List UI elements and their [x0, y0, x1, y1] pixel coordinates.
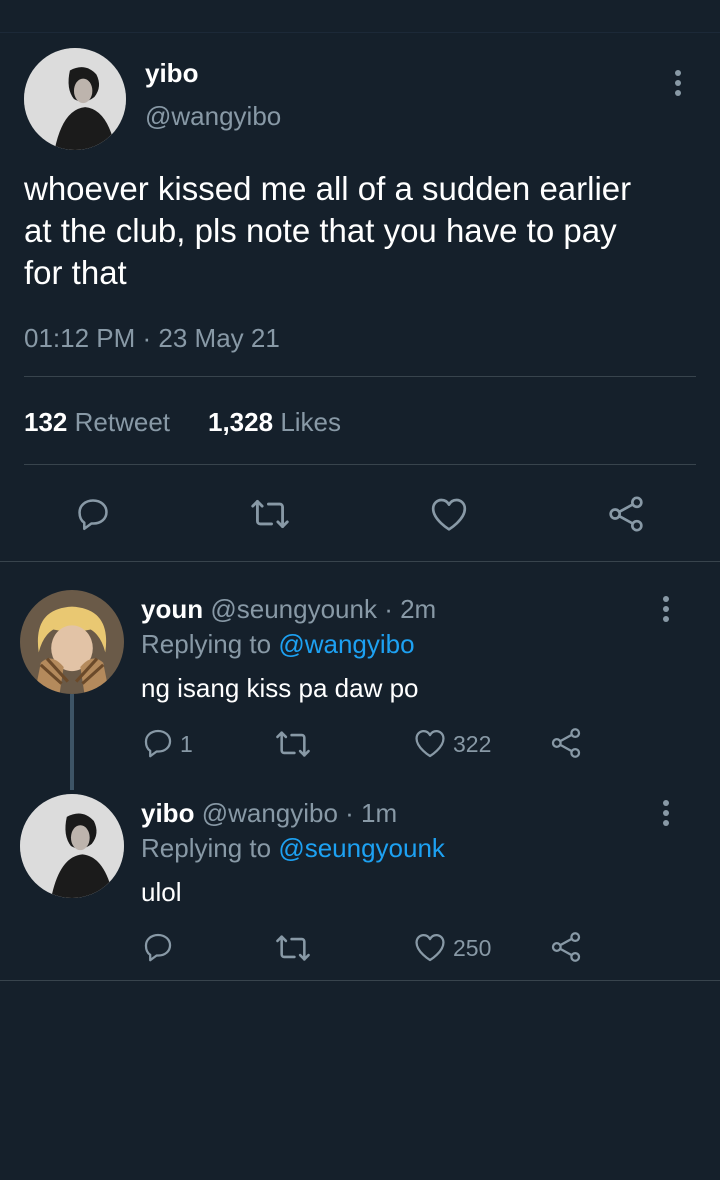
- reply-2-retweet-icon[interactable]: [273, 931, 313, 965]
- reply-1-mention-link[interactable]: @wangyibo: [278, 629, 414, 659]
- reply-2-reply-icon[interactable]: [141, 930, 175, 964]
- like-icon[interactable]: [429, 495, 469, 533]
- reply-2-replying-label: Replying to: [141, 833, 272, 863]
- reply-2-replying-to: Replying to @seungyounk: [141, 833, 445, 864]
- reply-1-retweet-icon[interactable]: [273, 727, 313, 761]
- reply-1-time: · 2m: [384, 594, 437, 624]
- reply-2-text: ulol: [141, 877, 182, 907]
- reply-2-time: · 1m: [345, 798, 398, 828]
- share-icon[interactable]: [606, 494, 646, 534]
- main-tweet-text-line-1: whoever kissed me all of a sudden earlie…: [24, 170, 632, 207]
- reply-icon[interactable]: [74, 495, 112, 533]
- reply-1-reply-count: 1: [180, 731, 193, 757]
- like-count: 1,328: [208, 407, 274, 437]
- main-tweet-timestamp[interactable]: 01:12 PM · 23 May 21: [24, 323, 280, 354]
- reply-1-text: ng isang kiss pa daw po: [141, 673, 419, 703]
- reply-2-mention-link[interactable]: @seungyounk: [278, 833, 445, 863]
- main-tweet-text-line-3: for that: [24, 254, 127, 291]
- replies-bottom-divider: [0, 980, 720, 981]
- retweet-stats[interactable]: 132 Retweet: [24, 407, 170, 438]
- reply-2-avatar[interactable]: [20, 794, 124, 898]
- top-border: [0, 32, 720, 33]
- reply-1-avatar[interactable]: [20, 590, 124, 694]
- like-label: Likes: [280, 407, 342, 437]
- like-stats[interactable]: 1,328 Likes: [208, 407, 341, 438]
- retweet-count: 132: [24, 407, 68, 437]
- reply-1-more-icon[interactable]: [662, 596, 670, 622]
- thread-connector-line: [70, 694, 74, 790]
- main-tweet-display-name[interactable]: yibo: [145, 58, 198, 89]
- reply-2-display-name[interactable]: yibo: [141, 798, 194, 828]
- reply-2-share-icon[interactable]: [549, 930, 583, 964]
- reply-2-like-count: 250: [453, 935, 492, 961]
- reply-2-heart-icon[interactable]: [413, 931, 447, 963]
- main-tweet-handle[interactable]: @wangyibo: [145, 101, 281, 132]
- main-tweet-text-line-2: at the club, pls note that you have to p…: [24, 212, 617, 249]
- reply-2-handle[interactable]: @wangyibo: [202, 798, 338, 828]
- main-tweet-avatar[interactable]: [24, 48, 126, 150]
- retweet-label: Retweet: [74, 407, 171, 437]
- reply-1-header: youn @seungyounk · 2m: [141, 594, 436, 625]
- reply-2-more-icon[interactable]: [662, 800, 670, 826]
- reply-1-like-count: 322: [453, 731, 492, 757]
- main-tweet-more-icon[interactable]: [674, 70, 682, 96]
- reply-1-replying-to: Replying to @wangyibo: [141, 629, 415, 660]
- stats-top-divider: [24, 376, 696, 377]
- stats-bottom-divider: [24, 464, 696, 465]
- reply-1-heart-icon[interactable]: [413, 727, 447, 759]
- reply-1-display-name[interactable]: youn: [141, 594, 203, 624]
- main-tweet-bottom-divider: [0, 561, 720, 562]
- reply-1-share-icon[interactable]: [549, 726, 583, 760]
- reply-1-handle[interactable]: @seungyounk: [210, 594, 377, 624]
- retweet-icon[interactable]: [248, 495, 292, 533]
- reply-1-reply-icon[interactable]: [141, 726, 175, 760]
- reply-1-replying-label: Replying to: [141, 629, 272, 659]
- reply-2-header: yibo @wangyibo · 1m: [141, 798, 397, 829]
